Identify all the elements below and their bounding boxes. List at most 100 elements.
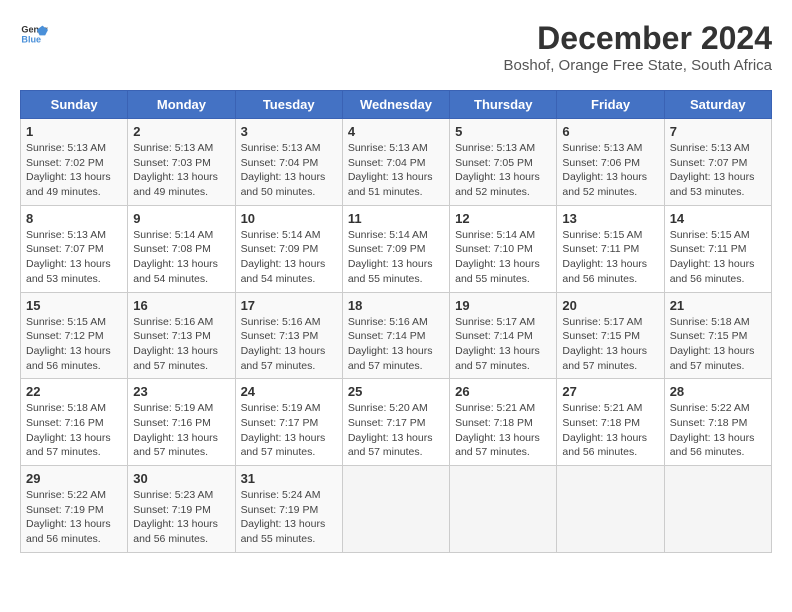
day-info: Sunrise: 5:14 AMSunset: 7:09 PMDaylight:… [241,228,337,287]
day-number: 24 [241,384,337,399]
day-number: 22 [26,384,122,399]
day-number: 8 [26,211,122,226]
logo: General Blue [20,20,48,48]
day-info: Sunrise: 5:23 AMSunset: 7:19 PMDaylight:… [133,488,229,547]
calendar-subtitle: Boshof, Orange Free State, South Africa [504,57,772,74]
day-number: 20 [562,298,658,313]
calendar-cell: 11 Sunrise: 5:14 AMSunset: 7:09 PMDaylig… [342,205,449,292]
day-number: 12 [455,211,551,226]
day-info: Sunrise: 5:15 AMSunset: 7:12 PMDaylight:… [26,315,122,374]
calendar-cell: 23 Sunrise: 5:19 AMSunset: 7:16 PMDaylig… [128,379,235,466]
calendar-cell: 28 Sunrise: 5:22 AMSunset: 7:18 PMDaylig… [664,379,771,466]
day-number: 13 [562,211,658,226]
calendar-cell: 30 Sunrise: 5:23 AMSunset: 7:19 PMDaylig… [128,466,235,553]
calendar-cell: 17 Sunrise: 5:16 AMSunset: 7:13 PMDaylig… [235,292,342,379]
calendar-week-row: 8 Sunrise: 5:13 AMSunset: 7:07 PMDayligh… [21,205,772,292]
calendar-cell: 7 Sunrise: 5:13 AMSunset: 7:07 PMDayligh… [664,119,771,206]
day-info: Sunrise: 5:13 AMSunset: 7:04 PMDaylight:… [348,141,444,200]
calendar-cell: 29 Sunrise: 5:22 AMSunset: 7:19 PMDaylig… [21,466,128,553]
day-info: Sunrise: 5:19 AMSunset: 7:17 PMDaylight:… [241,401,337,460]
calendar-week-row: 22 Sunrise: 5:18 AMSunset: 7:16 PMDaylig… [21,379,772,466]
day-info: Sunrise: 5:13 AMSunset: 7:04 PMDaylight:… [241,141,337,200]
day-number: 4 [348,124,444,139]
calendar-cell: 24 Sunrise: 5:19 AMSunset: 7:17 PMDaylig… [235,379,342,466]
calendar-cell: 5 Sunrise: 5:13 AMSunset: 7:05 PMDayligh… [450,119,557,206]
svg-text:Blue: Blue [21,34,41,44]
day-number: 31 [241,471,337,486]
calendar-table: Sunday Monday Tuesday Wednesday Thursday… [20,90,772,553]
day-info: Sunrise: 5:16 AMSunset: 7:13 PMDaylight:… [133,315,229,374]
calendar-cell: 8 Sunrise: 5:13 AMSunset: 7:07 PMDayligh… [21,205,128,292]
calendar-cell: 2 Sunrise: 5:13 AMSunset: 7:03 PMDayligh… [128,119,235,206]
day-info: Sunrise: 5:20 AMSunset: 7:17 PMDaylight:… [348,401,444,460]
day-number: 17 [241,298,337,313]
calendar-cell: 20 Sunrise: 5:17 AMSunset: 7:15 PMDaylig… [557,292,664,379]
calendar-cell: 15 Sunrise: 5:15 AMSunset: 7:12 PMDaylig… [21,292,128,379]
day-info: Sunrise: 5:15 AMSunset: 7:11 PMDaylight:… [670,228,766,287]
calendar-cell: 31 Sunrise: 5:24 AMSunset: 7:19 PMDaylig… [235,466,342,553]
day-number: 1 [26,124,122,139]
calendar-cell: 12 Sunrise: 5:14 AMSunset: 7:10 PMDaylig… [450,205,557,292]
day-number: 30 [133,471,229,486]
calendar-cell: 26 Sunrise: 5:21 AMSunset: 7:18 PMDaylig… [450,379,557,466]
day-info: Sunrise: 5:13 AMSunset: 7:07 PMDaylight:… [26,228,122,287]
day-info: Sunrise: 5:13 AMSunset: 7:02 PMDaylight:… [26,141,122,200]
day-info: Sunrise: 5:21 AMSunset: 7:18 PMDaylight:… [455,401,551,460]
day-info: Sunrise: 5:14 AMSunset: 7:10 PMDaylight:… [455,228,551,287]
day-info: Sunrise: 5:18 AMSunset: 7:15 PMDaylight:… [670,315,766,374]
calendar-cell [342,466,449,553]
day-info: Sunrise: 5:14 AMSunset: 7:09 PMDaylight:… [348,228,444,287]
day-number: 5 [455,124,551,139]
calendar-cell [450,466,557,553]
day-number: 9 [133,211,229,226]
calendar-week-row: 1 Sunrise: 5:13 AMSunset: 7:02 PMDayligh… [21,119,772,206]
day-info: Sunrise: 5:16 AMSunset: 7:13 PMDaylight:… [241,315,337,374]
day-number: 6 [562,124,658,139]
day-number: 23 [133,384,229,399]
calendar-week-row: 15 Sunrise: 5:15 AMSunset: 7:12 PMDaylig… [21,292,772,379]
day-number: 14 [670,211,766,226]
day-number: 19 [455,298,551,313]
day-info: Sunrise: 5:14 AMSunset: 7:08 PMDaylight:… [133,228,229,287]
calendar-cell: 27 Sunrise: 5:21 AMSunset: 7:18 PMDaylig… [557,379,664,466]
calendar-cell [664,466,771,553]
day-info: Sunrise: 5:13 AMSunset: 7:03 PMDaylight:… [133,141,229,200]
calendar-cell: 25 Sunrise: 5:20 AMSunset: 7:17 PMDaylig… [342,379,449,466]
header-row: Sunday Monday Tuesday Wednesday Thursday… [21,91,772,119]
col-sunday: Sunday [21,91,128,119]
calendar-cell: 10 Sunrise: 5:14 AMSunset: 7:09 PMDaylig… [235,205,342,292]
day-number: 16 [133,298,229,313]
day-number: 7 [670,124,766,139]
calendar-cell: 21 Sunrise: 5:18 AMSunset: 7:15 PMDaylig… [664,292,771,379]
day-number: 11 [348,211,444,226]
day-number: 3 [241,124,337,139]
day-number: 10 [241,211,337,226]
day-number: 21 [670,298,766,313]
day-info: Sunrise: 5:22 AMSunset: 7:18 PMDaylight:… [670,401,766,460]
calendar-cell: 13 Sunrise: 5:15 AMSunset: 7:11 PMDaylig… [557,205,664,292]
day-number: 28 [670,384,766,399]
col-thursday: Thursday [450,91,557,119]
calendar-cell: 9 Sunrise: 5:14 AMSunset: 7:08 PMDayligh… [128,205,235,292]
day-info: Sunrise: 5:15 AMSunset: 7:11 PMDaylight:… [562,228,658,287]
day-info: Sunrise: 5:21 AMSunset: 7:18 PMDaylight:… [562,401,658,460]
day-info: Sunrise: 5:22 AMSunset: 7:19 PMDaylight:… [26,488,122,547]
calendar-cell: 4 Sunrise: 5:13 AMSunset: 7:04 PMDayligh… [342,119,449,206]
calendar-cell: 18 Sunrise: 5:16 AMSunset: 7:14 PMDaylig… [342,292,449,379]
day-info: Sunrise: 5:19 AMSunset: 7:16 PMDaylight:… [133,401,229,460]
day-info: Sunrise: 5:18 AMSunset: 7:16 PMDaylight:… [26,401,122,460]
day-info: Sunrise: 5:17 AMSunset: 7:14 PMDaylight:… [455,315,551,374]
calendar-cell: 1 Sunrise: 5:13 AMSunset: 7:02 PMDayligh… [21,119,128,206]
day-number: 15 [26,298,122,313]
day-info: Sunrise: 5:13 AMSunset: 7:05 PMDaylight:… [455,141,551,200]
calendar-cell: 22 Sunrise: 5:18 AMSunset: 7:16 PMDaylig… [21,379,128,466]
calendar-cell: 6 Sunrise: 5:13 AMSunset: 7:06 PMDayligh… [557,119,664,206]
calendar-title: December 2024 [504,20,772,57]
day-number: 18 [348,298,444,313]
calendar-cell: 3 Sunrise: 5:13 AMSunset: 7:04 PMDayligh… [235,119,342,206]
day-info: Sunrise: 5:16 AMSunset: 7:14 PMDaylight:… [348,315,444,374]
day-info: Sunrise: 5:13 AMSunset: 7:07 PMDaylight:… [670,141,766,200]
day-number: 25 [348,384,444,399]
col-wednesday: Wednesday [342,91,449,119]
calendar-week-row: 29 Sunrise: 5:22 AMSunset: 7:19 PMDaylig… [21,466,772,553]
